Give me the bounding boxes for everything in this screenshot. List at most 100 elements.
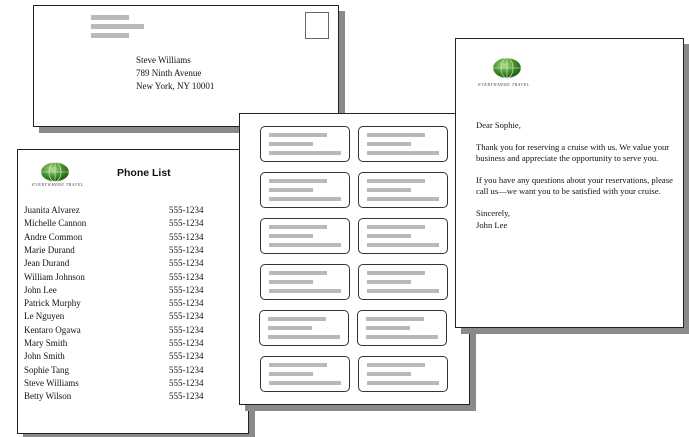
contact-name: Marie Durand (24, 244, 75, 255)
label-placeholder-line (367, 289, 439, 293)
contact-name: John Lee (24, 284, 57, 295)
contact-phone: 555-1234 (169, 324, 204, 335)
label-placeholder-line (269, 133, 327, 137)
label-placeholder-line (367, 243, 439, 247)
label-placeholder-line (367, 188, 411, 192)
contact-name: Kentaro Ogawa (24, 324, 81, 335)
letter-closing: Sincerely, (476, 207, 511, 218)
label-placeholder-line (268, 317, 326, 321)
mailing-label (358, 356, 448, 392)
label-placeholder-line (367, 142, 411, 146)
mailing-label (260, 218, 350, 254)
contact-phone: 555-1234 (169, 298, 204, 309)
label-placeholder-line (269, 188, 313, 192)
mailing-label (260, 172, 350, 208)
letter-body: Dear Sophie, Thank you for reserving a c… (476, 120, 681, 231)
label-placeholder-line (367, 363, 425, 367)
mailing-label (357, 310, 447, 346)
letter-signature: John Lee (476, 219, 508, 230)
label-placeholder-line (269, 179, 327, 183)
contact-phone: 555-1234 (169, 338, 204, 348)
contact-phone: 555-1234 (169, 218, 204, 229)
recipient-street: 789 Ninth Avenue (136, 68, 202, 78)
return-address-line (91, 24, 144, 29)
label-placeholder-line (269, 280, 313, 284)
table-row: Marie Durand 555-1234 (24, 244, 239, 256)
contact-phone: 555-1234 (169, 244, 204, 255)
label-placeholder-line (367, 234, 411, 238)
contact-name: Betty Wilson (24, 391, 72, 402)
table-row: Steve Williams 555-1234 (24, 377, 239, 389)
everywhere-travel-logo: EVERYWHERE TRAVEL (32, 162, 84, 187)
contact-phone: 555-1234 (169, 364, 204, 375)
table-row: Betty Wilson 555-1234 (24, 390, 239, 402)
label-placeholder-line (366, 335, 438, 339)
label-placeholder-line (269, 381, 341, 385)
label-placeholder-line (367, 372, 411, 376)
contact-phone: 555-1234 (169, 258, 204, 269)
contact-phone: 555-1234 (169, 284, 204, 295)
label-placeholder-line (367, 271, 425, 275)
contact-name: Juanita Alvarez (24, 205, 80, 215)
contact-name: Patrick Murphy (24, 298, 81, 309)
letter-paragraph: Thank you for reserving a cruise with us… (476, 141, 670, 164)
stamp-placeholder (305, 12, 329, 39)
globe-icon (40, 162, 70, 182)
contact-name: Sophie Tang (24, 364, 69, 375)
label-placeholder-line (367, 133, 425, 137)
mailing-label (260, 356, 350, 392)
mailing-label (260, 126, 350, 162)
label-placeholder-line (268, 326, 312, 330)
contact-phone: 555-1234 (169, 377, 204, 388)
mailing-label (260, 264, 350, 300)
table-row: Jean Durand 555-1234 (24, 257, 239, 269)
label-placeholder-line (269, 142, 313, 146)
label-placeholder-line (366, 317, 424, 321)
mailing-label (358, 126, 448, 162)
contact-name: Andre Common (24, 231, 83, 242)
contact-phone: 555-1234 (169, 271, 204, 282)
contact-phone: 555-1234 (169, 205, 204, 215)
label-placeholder-line (269, 271, 327, 275)
return-address-line (91, 33, 129, 38)
contact-name: Mary Smith (24, 338, 68, 348)
table-row: Juanita Alvarez 555-1234 (24, 204, 239, 216)
return-address-line (91, 15, 129, 20)
label-placeholder-line (269, 234, 313, 238)
label-placeholder-line (367, 179, 425, 183)
contact-name: Jean Durand (24, 258, 70, 269)
label-placeholder-line (269, 289, 341, 293)
table-row: William Johnson 555-1234 (24, 271, 239, 283)
table-row: Kentaro Ogawa 555-1234 (24, 324, 239, 336)
contact-phone: 555-1234 (169, 311, 204, 322)
contact-name: John Smith (24, 351, 65, 362)
table-row: John Smith 555-1234 (24, 350, 239, 362)
contact-name: Steve Williams (24, 377, 79, 388)
label-placeholder-line (367, 381, 439, 385)
contact-name: Le Nguyen (24, 311, 65, 322)
recipient-city: New York, NY 10001 (136, 81, 215, 91)
label-placeholder-line (367, 151, 439, 155)
contact-name: Michelle Cannon (24, 218, 87, 229)
mailing-labels-document (239, 113, 470, 405)
brand-name: EVERYWHERE TRAVEL (478, 82, 530, 87)
contact-name: William Johnson (24, 271, 85, 282)
label-placeholder-line (367, 197, 439, 201)
table-row: John Lee 555-1234 (24, 284, 239, 296)
contact-phone: 555-1234 (169, 231, 204, 242)
label-placeholder-line (367, 280, 411, 284)
recipient-address: Steve Williams 789 Ninth Avenue New York… (136, 54, 214, 93)
table-row: Patrick Murphy 555-1234 (24, 297, 239, 309)
phone-list-title: Phone List (117, 167, 171, 179)
label-placeholder-line (269, 151, 341, 155)
mailing-label (358, 218, 448, 254)
label-placeholder-line (367, 225, 425, 229)
letter-paragraph: If you have any questions about your res… (476, 174, 673, 197)
recipient-name: Steve Williams (136, 55, 191, 65)
letter-salutation: Dear Sophie, (476, 120, 521, 130)
contact-phone: 555-1234 (169, 351, 204, 362)
table-row: Mary Smith 555-1234 (24, 337, 239, 349)
table-row: Sophie Tang 555-1234 (24, 364, 239, 376)
globe-icon (492, 57, 522, 79)
label-placeholder-line (269, 372, 313, 376)
